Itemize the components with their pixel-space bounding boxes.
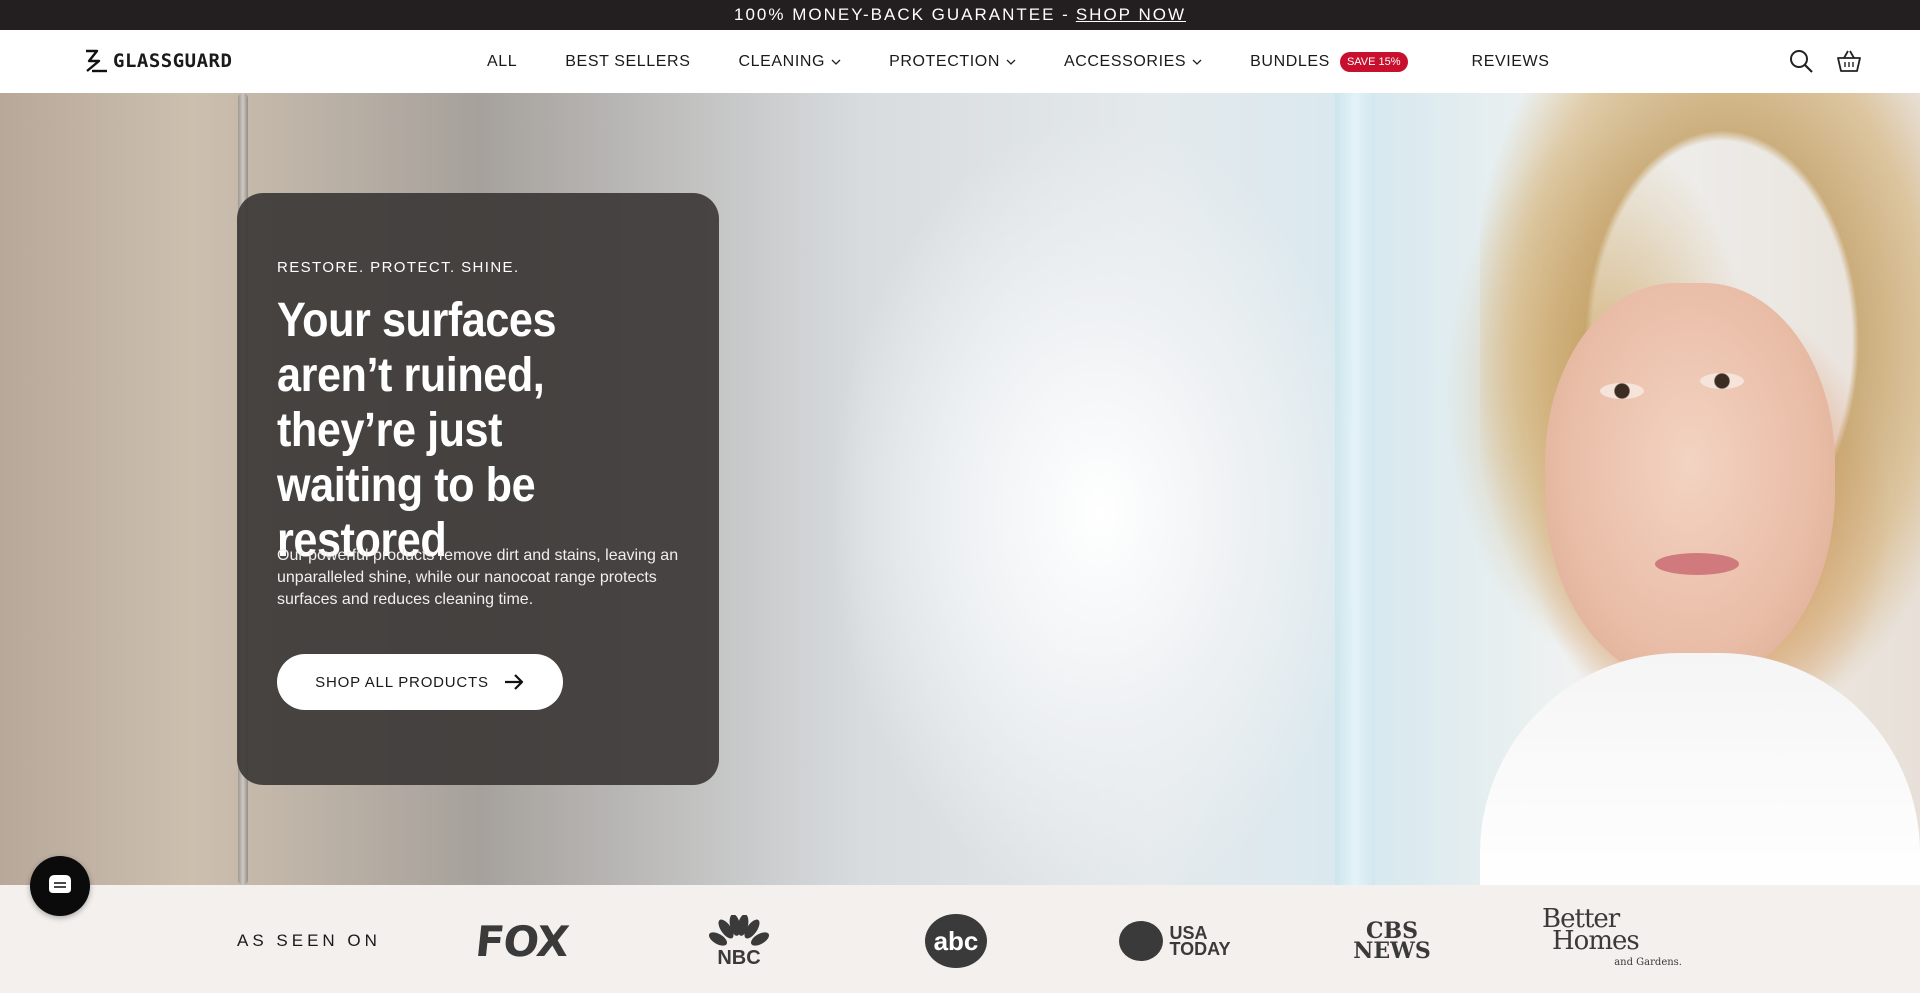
- abc-disc: abc: [925, 914, 987, 968]
- header-icons: [1788, 48, 1862, 74]
- abc-logo: abc: [924, 913, 988, 969]
- nav-best-sellers[interactable]: BEST SELLERS: [565, 53, 690, 71]
- nav-cleaning-label: CLEANING: [738, 52, 826, 70]
- basket-icon[interactable]: [1836, 48, 1862, 74]
- chevron-down-icon: [1006, 59, 1016, 65]
- cbs-news-logo: CBS NEWS: [1353, 913, 1431, 969]
- hero-image-eye-right: [1700, 373, 1744, 389]
- nbc-wordmark: NBC: [717, 947, 761, 969]
- nav-bundles-label: BUNDLES: [1250, 52, 1330, 70]
- as-seen-on-strip: AS SEEN ON FOX NBC abc USA TODAY CBS NEW…: [0, 885, 1920, 993]
- nav-bundles[interactable]: BUNDLES SAVE 15%: [1250, 51, 1408, 72]
- shop-now-link[interactable]: SHOP NOW: [1076, 5, 1186, 25]
- announcement-bar: 100% MONEY-BACK GUARANTEE - SHOP NOW: [0, 0, 1920, 30]
- better-homes-logo: Better Homes and Gardens.: [1542, 906, 1682, 969]
- chat-bubble-icon: [49, 875, 71, 893]
- nav-cleaning[interactable]: CLEANING: [738, 53, 841, 71]
- nbc-logo: NBC: [704, 913, 774, 969]
- nav-reviews[interactable]: REVIEWS: [1472, 53, 1550, 71]
- usa-today-wordmark: USA TODAY: [1169, 924, 1231, 959]
- arrow-right-icon: [504, 674, 523, 690]
- nav-accessories[interactable]: ACCESSORIES: [1064, 53, 1202, 71]
- chat-widget-button[interactable]: [30, 856, 90, 916]
- shop-all-products-button[interactable]: SHOP ALL PRODUCTS: [277, 654, 563, 710]
- cbs-word-2: NEWS: [1353, 938, 1431, 964]
- announcement-text: 100% MONEY-BACK GUARANTEE -: [734, 5, 1070, 24]
- bhg-word-2: Homes: [1552, 926, 1640, 956]
- cta-label: SHOP ALL PRODUCTS: [315, 673, 489, 691]
- nav-protection-label: PROTECTION: [889, 52, 1000, 70]
- peacock-icon: [708, 915, 770, 946]
- bhg-word-3: and Gardens.: [1614, 957, 1682, 968]
- hero-card: RESTORE. PROTECT. SHINE. Your surfaces a…: [237, 193, 719, 785]
- usa-today-logo: USA TODAY: [1112, 913, 1238, 969]
- main-nav: ALL BEST SELLERS CLEANING PROTECTION ACC…: [487, 30, 1550, 93]
- chevron-down-icon: [831, 59, 841, 65]
- nav-protection[interactable]: PROTECTION: [889, 53, 1016, 71]
- hero-eyebrow: RESTORE. PROTECT. SHINE.: [277, 259, 520, 276]
- hero-image-face: [1545, 283, 1835, 683]
- hero-image-eye-left: [1600, 383, 1644, 399]
- cbs-wordmark: CBS NEWS: [1353, 920, 1431, 964]
- usa-today-disc: [1119, 921, 1164, 961]
- hero-headline: Your surfaces aren’t ruined, they’re jus…: [277, 294, 557, 567]
- site-header: GLASSGUARD ALL BEST SELLERS CLEANING PRO…: [0, 30, 1920, 93]
- nav-accessories-label: ACCESSORIES: [1063, 52, 1187, 70]
- nav-all-label: ALL: [487, 52, 518, 70]
- usa-today-word-2: TODAY: [1169, 939, 1231, 959]
- fox-logo: FOX: [473, 916, 571, 966]
- save-badge: SAVE 15%: [1339, 51, 1408, 72]
- nav-all[interactable]: ALL: [487, 53, 517, 71]
- brand-logo[interactable]: GLASSGUARD: [83, 49, 232, 73]
- hero-banner: RESTORE. PROTECT. SHINE. Your surfaces a…: [0, 93, 1920, 885]
- brand-name: GLASSGUARD: [113, 50, 233, 72]
- nav-best-sellers-label: BEST SELLERS: [565, 52, 691, 70]
- hero-image-lips: [1655, 553, 1739, 575]
- hero-image-glass: [1335, 93, 1375, 885]
- search-icon[interactable]: [1788, 48, 1814, 74]
- glassguard-logo-icon: [86, 49, 107, 73]
- nav-reviews-label: REVIEWS: [1471, 52, 1550, 70]
- chevron-down-icon: [1192, 59, 1202, 65]
- as-seen-on-label: AS SEEN ON: [237, 931, 381, 950]
- hero-body: Our powerful products remove dirt and st…: [277, 547, 679, 608]
